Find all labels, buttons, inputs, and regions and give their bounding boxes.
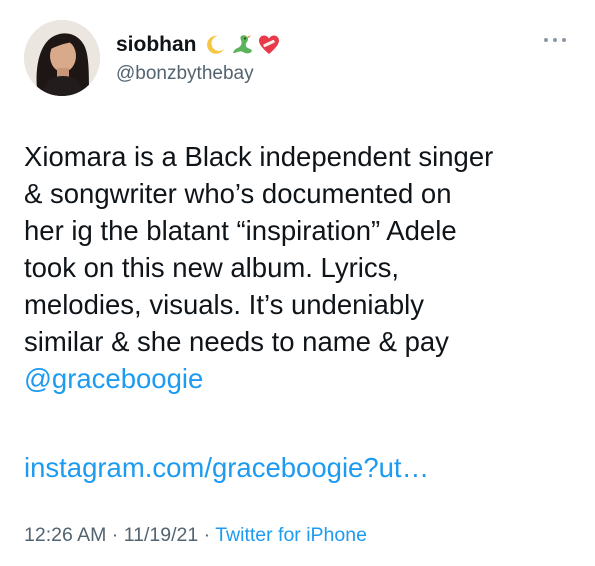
author-handle[interactable]: @bonzbythebay [116, 62, 254, 86]
author-name-text: siobhan [116, 33, 197, 56]
tweet-card: siobhan @bonzbythebay Xiomara is a Black… [0, 0, 595, 566]
tweet-text-line: & songwriter who’s documented on [24, 178, 452, 209]
author-display-name[interactable]: siobhan [116, 32, 281, 58]
tweet-text-line: similar & she needs to name & pay [24, 326, 449, 357]
tweet-text-line: Xiomara is a Black independent singer [24, 141, 494, 172]
avatar-image [24, 20, 100, 96]
more-dots-icon [544, 38, 566, 42]
meta-separator: · [198, 524, 216, 546]
crescent-moon-icon [206, 35, 224, 54]
external-link[interactable]: instagram.com/graceboogie?ut… [24, 449, 429, 486]
tweet-text-line: her ig the blatant “inspiration” Adele [24, 215, 457, 246]
tweet-text-line: took on this new album. Lyrics, [24, 252, 399, 283]
tweet-source-link[interactable]: Twitter for iPhone [215, 524, 367, 546]
tweet-date[interactable]: 11/19/21 [124, 524, 198, 546]
author-emoji-row [203, 33, 281, 57]
meta-separator: · [106, 524, 124, 546]
tweet-text: Xiomara is a Black independent singer & … [24, 138, 584, 397]
mention-link[interactable]: @graceboogie [24, 360, 584, 397]
avatar[interactable] [24, 20, 100, 96]
more-options-button[interactable] [538, 30, 572, 50]
dragon-icon [232, 35, 252, 54]
tweet-text-line: melodies, visuals. It’s undeniably [24, 289, 424, 320]
mending-heart-icon [258, 35, 279, 54]
tweet-time[interactable]: 12:26 AM [24, 524, 106, 546]
tweet-meta: 12:26 AM · 11/19/21 · Twitter for iPhone [24, 523, 367, 547]
